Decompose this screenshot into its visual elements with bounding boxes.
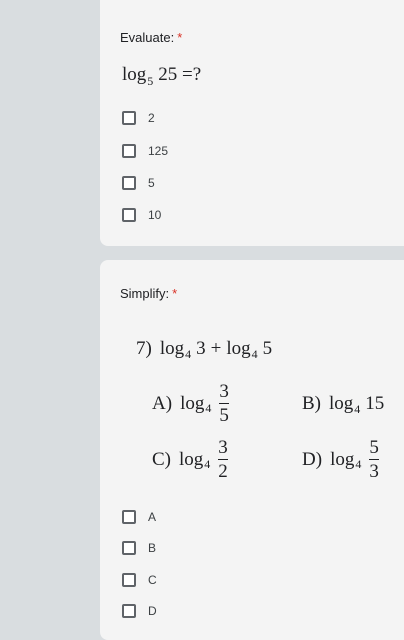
log-base: 4 — [354, 401, 361, 416]
log-arg: 5 — [262, 338, 273, 359]
question-equation: log5 25 =? — [122, 64, 202, 88]
log-arg: 3 — [196, 338, 206, 359]
question-title-text: Simplify: — [120, 286, 170, 301]
log-func: log — [330, 448, 355, 470]
log-base: 4 — [204, 457, 211, 471]
option-label: 125 — [148, 144, 169, 158]
numerator: 3 — [218, 437, 228, 458]
question-title: Simplify: * — [120, 286, 177, 301]
choice-letter: B) — [302, 393, 321, 414]
log-base: 5 — [147, 74, 154, 88]
choice-a: A) log 4 3 5 — [152, 382, 229, 425]
log-base: 4 — [205, 401, 212, 415]
choice-b: B) log 4 15 — [302, 393, 385, 416]
option-label: A — [148, 510, 157, 524]
choice-d: D) log 4 5 3 — [302, 438, 379, 481]
problem-expression: 7) log 4 3 + log 4 5 — [136, 338, 273, 361]
option-label: D — [148, 604, 157, 618]
checkbox[interactable] — [122, 510, 136, 524]
option-label: 10 — [148, 208, 162, 222]
checkbox[interactable] — [122, 144, 136, 158]
fraction: 3 5 — [219, 382, 229, 425]
problem-number: 7) — [136, 338, 152, 359]
required-asterisk: * — [172, 286, 178, 301]
choice-letter: C) — [152, 448, 171, 470]
numerator: 5 — [369, 437, 379, 458]
option-b[interactable]: B — [122, 539, 156, 557]
option-label: 2 — [148, 111, 155, 125]
checkbox[interactable] — [122, 111, 136, 125]
denominator: 3 — [369, 459, 379, 482]
required-asterisk: * — [177, 30, 183, 45]
checkbox[interactable] — [122, 573, 136, 587]
question-card-evaluate: Evaluate: * log5 25 =? 2 125 5 10 — [100, 0, 404, 246]
log-arg: 15 — [365, 393, 385, 414]
option-c[interactable]: C — [122, 571, 157, 589]
choice-c: C) log 4 3 2 — [152, 438, 228, 481]
plus-sign: + — [210, 338, 222, 359]
option-d[interactable]: D — [122, 602, 157, 620]
log-func: log — [329, 393, 354, 414]
checkbox[interactable] — [122, 208, 136, 222]
checkbox[interactable] — [122, 541, 136, 555]
fraction: 5 3 — [369, 438, 379, 481]
log-func: log — [179, 448, 204, 470]
option-2[interactable]: 2 — [122, 109, 155, 127]
fraction: 3 2 — [218, 438, 228, 481]
choice-letter: A) — [152, 392, 173, 414]
log-base: 4 — [251, 346, 258, 361]
choice-letter: D) — [302, 448, 323, 470]
option-10[interactable]: 10 — [122, 206, 161, 224]
question-card-simplify: Simplify: * 7) log 4 3 + log 4 5 A) log 4 3 5 … — [100, 260, 404, 640]
log-base: 4 — [355, 457, 362, 471]
log-arg: 25 — [158, 64, 178, 85]
equation-tail: =? — [182, 64, 202, 85]
denominator: 2 — [218, 459, 228, 482]
option-5[interactable]: 5 — [122, 174, 155, 192]
log-base: 4 — [185, 346, 192, 361]
option-label: 5 — [148, 176, 155, 190]
log-func: log — [159, 338, 185, 359]
denominator: 5 — [219, 403, 229, 426]
option-125[interactable]: 125 — [122, 142, 168, 160]
checkbox[interactable] — [122, 604, 136, 618]
numerator: 3 — [219, 381, 229, 402]
question-title: Evaluate: * — [120, 30, 182, 45]
checkbox[interactable] — [122, 176, 136, 190]
log-func: log — [122, 64, 147, 85]
log-func: log — [226, 338, 251, 359]
option-a[interactable]: A — [122, 508, 156, 526]
option-label: B — [148, 541, 157, 555]
question-title-text: Evaluate: — [120, 30, 175, 45]
option-label: C — [148, 573, 157, 587]
log-func: log — [180, 392, 205, 414]
